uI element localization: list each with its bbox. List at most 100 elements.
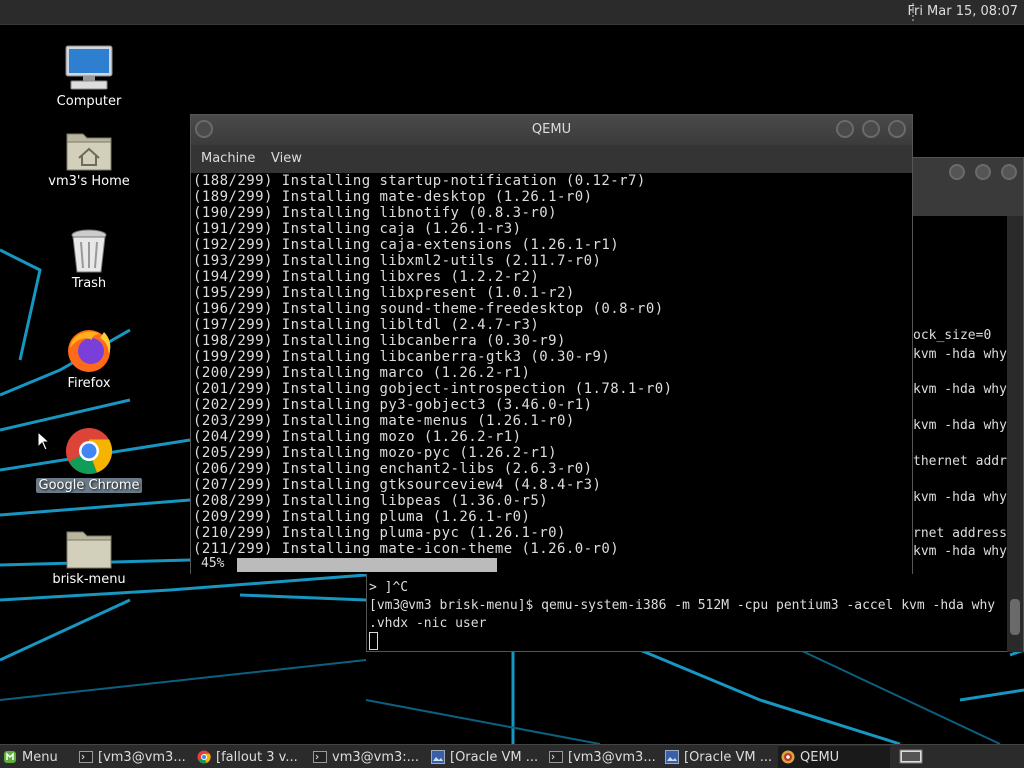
terminal-line: > ]^C: [369, 580, 409, 595]
chrome-icon: [66, 428, 113, 474]
menu-label: Menu: [22, 749, 58, 765]
console-line: (189/299) Installing mate-desktop (1.26.…: [193, 189, 593, 205]
desktop-icon-label: brisk-menu: [52, 572, 126, 587]
desktop-icon-firefox[interactable]: Firefox: [34, 326, 144, 391]
image-viewer-icon: [665, 750, 679, 764]
home-folder-icon: [66, 133, 112, 171]
console-line: (195/299) Installing libxpresent (1.0.1-…: [193, 285, 575, 301]
taskbar-item[interactable]: vm3@vm3:...: [310, 746, 425, 768]
desktop-icon-label: Trash: [71, 276, 107, 291]
console-line: (202/299) Installing py3-gobject3 (3.46.…: [193, 397, 593, 413]
firefox-icon: [68, 330, 111, 372]
desktop-icon-label: Google Chrome: [35, 478, 143, 493]
qemu-icon: [781, 750, 795, 764]
show-desktop-icon: [899, 749, 923, 764]
taskbar-item-label: [fallout 3 v...: [216, 749, 298, 765]
console-line: (197/299) Installing libltdl (2.4.7-r3): [193, 317, 540, 333]
terminal-fragment: kvm -hda why: [913, 418, 1007, 433]
taskbar-item[interactable]: [Oracle VM ...: [428, 746, 542, 768]
terminal-fragment: kvm -hda why: [913, 382, 1007, 397]
trash-icon: [71, 229, 107, 273]
console-line: (203/299) Installing mate-menus (1.26.1-…: [193, 413, 575, 429]
console-line: (192/299) Installing caja-extensions (1.…: [193, 237, 620, 253]
taskbar-item-label: [Oracle VM ...: [684, 749, 773, 765]
console-line: (208/299) Installing libpeas (1.36.0-r5): [193, 493, 549, 509]
console-line: (209/299) Installing pluma (1.26.1-r0): [193, 509, 531, 525]
progress-bar: [237, 558, 912, 572]
terminal-fragment: kvm -hda why: [913, 490, 1007, 505]
terminal-icon: [313, 751, 327, 763]
terminal-icon: [549, 751, 563, 763]
taskbar-item-label: [Oracle VM ...: [450, 749, 539, 765]
minimize-button[interactable]: [949, 164, 965, 180]
console-line: (206/299) Installing enchant2-libs (2.6.…: [193, 461, 593, 477]
folder-icon: [66, 531, 112, 569]
show-desktop-button[interactable]: [896, 746, 930, 768]
maximize-button[interactable]: [862, 120, 880, 138]
console-line: (188/299) Installing startup-notificatio…: [193, 173, 646, 189]
taskbar-item-label: QEMU: [800, 749, 840, 765]
terminal-scrollbar[interactable]: [1007, 216, 1023, 652]
close-button[interactable]: [888, 120, 906, 138]
image-viewer-icon: [431, 750, 445, 764]
desktop-icon-trash[interactable]: Trash: [34, 228, 144, 291]
terminal-fragment: kvm -hda why: [913, 544, 1007, 559]
taskbar: Menu [vm3@vm3... [fallout 3 v... vm3@vm3…: [0, 744, 1024, 768]
terminal-fragment: kvm -hda why: [913, 347, 1007, 362]
terminal-line: .vhdx -nic user: [369, 616, 487, 631]
console-line: (207/299) Installing gtksourceview4 (4.8…: [193, 477, 602, 493]
taskbar-item-label: [vm3@vm3...: [568, 749, 656, 765]
top-panel: Fri Mar 15, 08:07: [0, 0, 1024, 25]
taskbar-item-label: vm3@vm3:...: [332, 749, 420, 765]
terminal-icon: [79, 751, 93, 763]
desktop-icon-label: Firefox: [67, 376, 111, 391]
menu-button[interactable]: Menu: [0, 746, 70, 768]
qemu-menubar: Machine View: [191, 145, 912, 173]
taskbar-item[interactable]: [vm3@vm3...: [546, 746, 660, 768]
terminal-line: [vm3@vm3 brisk-menu]$ qemu-system-i386 -…: [369, 598, 996, 613]
console-line: (199/299) Installing libcanberra-gtk3 (0…: [193, 349, 611, 365]
console-line: (190/299) Installing libnotify (0.8.3-r0…: [193, 205, 558, 221]
computer-icon: [65, 45, 113, 90]
progress-percent: 45%: [201, 556, 225, 571]
console-line: (205/299) Installing mozo-pyc (1.26.2-r1…: [193, 445, 558, 461]
console-line: (211/299) Installing mate-icon-theme (1.…: [193, 541, 620, 556]
scrollbar-thumb[interactable]: [1010, 599, 1020, 635]
taskbar-item[interactable]: [fallout 3 v...: [194, 746, 306, 768]
terminal-fragment: rnet address: [913, 526, 1007, 541]
window-title: QEMU: [531, 122, 572, 137]
console-line: (210/299) Installing pluma-pyc (1.26.1-r…: [193, 525, 566, 541]
qemu-statusbar: 45%: [191, 556, 912, 574]
taskbar-item-label: [vm3@vm3...: [98, 749, 186, 765]
menu-icon: [4, 751, 16, 763]
maximize-button[interactable]: [975, 164, 991, 180]
clock[interactable]: Fri Mar 15, 08:07: [907, 4, 1018, 19]
desktop-icon-label: vm3's Home: [48, 174, 130, 189]
desktop-icon-brisk-menu[interactable]: brisk-menu: [34, 528, 144, 587]
mouse-pointer-icon: [37, 431, 51, 451]
console-line: (201/299) Installing gobject-introspecti…: [193, 381, 673, 397]
vm-console[interactable]: (188/299) Installing startup-notificatio…: [191, 173, 912, 556]
desktop-icon-label: Computer: [56, 94, 122, 109]
terminal-fragment: ock_size=0: [913, 328, 992, 343]
terminal-fragment: thernet addr: [913, 454, 1007, 469]
terminal-cursor: [369, 632, 378, 650]
console-line: (198/299) Installing libcanberra (0.30-r…: [193, 333, 566, 349]
minimize-button[interactable]: [836, 120, 854, 138]
console-line: (194/299) Installing libxres (1.2.2-r2): [193, 269, 540, 285]
taskbar-item[interactable]: [vm3@vm3...: [76, 746, 191, 768]
desktop-icon-home[interactable]: vm3's Home: [34, 128, 144, 189]
taskbar-item[interactable]: [Oracle VM ...: [662, 746, 776, 768]
desktop-icon-computer[interactable]: Computer: [34, 44, 144, 109]
qemu-titlebar[interactable]: QEMU: [191, 115, 912, 145]
console-line: (191/299) Installing caja (1.26.1-r3): [193, 221, 522, 237]
console-line: (204/299) Installing mozo (1.26.2-r1): [193, 429, 522, 445]
chrome-icon: [197, 750, 211, 764]
close-button[interactable]: [1001, 164, 1017, 180]
progress-fill: [237, 558, 497, 572]
taskbar-item-active[interactable]: QEMU: [778, 746, 890, 768]
qemu-window[interactable]: QEMU Machine View (188/299) Installing s…: [190, 114, 913, 574]
menu-machine[interactable]: Machine: [201, 151, 255, 166]
menu-view[interactable]: View: [271, 151, 302, 166]
console-line: (193/299) Installing libxml2-utils (2.11…: [193, 253, 602, 269]
